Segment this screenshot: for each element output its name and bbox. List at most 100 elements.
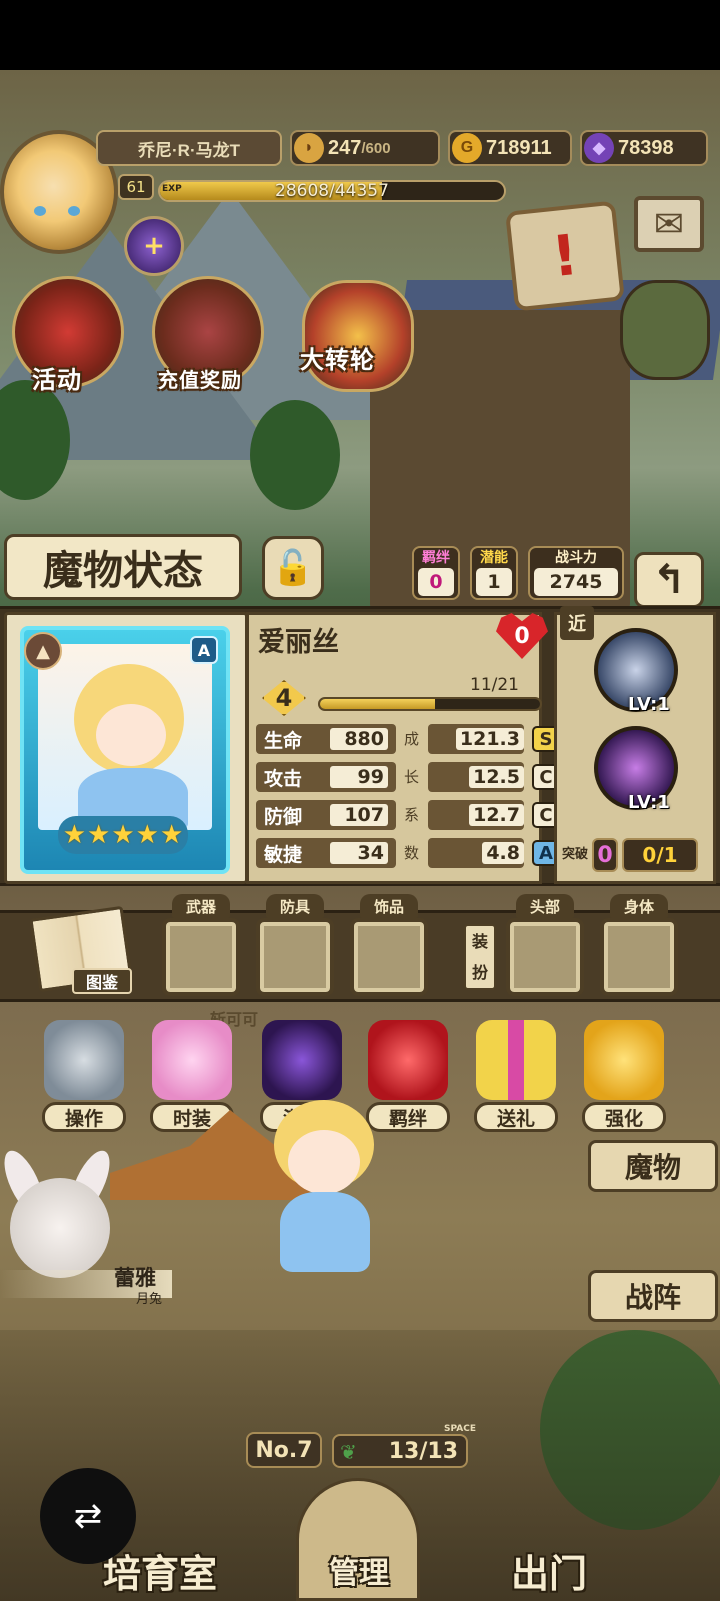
codex-button[interactable]: 图鉴 <box>28 905 133 1000</box>
level-progress-fill <box>320 699 436 709</box>
affection-heart: 0 <box>494 612 550 660</box>
class-icon: ▲ <box>24 632 62 670</box>
slot-armor[interactable] <box>256 918 334 996</box>
gem-plus-button[interactable]: + <box>124 216 184 276</box>
stat-value: 34 <box>330 842 388 864</box>
stat-label: 生命 <box>264 729 303 752</box>
dress-icon <box>152 1020 232 1100</box>
player-name: 乔尼·R·马龙T <box>96 130 282 166</box>
slot-head-tag: 头部 <box>516 894 574 918</box>
quest-scroll-button[interactable]: ! <box>505 200 625 312</box>
tree <box>250 400 340 510</box>
slot-weapon[interactable] <box>162 918 240 996</box>
slot-body-tag: 身体 <box>610 894 668 918</box>
go-out-button[interactable]: 出门 <box>484 1540 614 1600</box>
back-button[interactable]: ↰ <box>634 552 704 608</box>
stat-box: 生命 880 <box>256 724 396 754</box>
activity-label: 活动 <box>32 366 82 394</box>
companion-leiya[interactable]: 蕾雅 月兔 <box>0 1145 172 1308</box>
monster-name: 爱丽丝 <box>258 627 339 658</box>
stat-value: 880 <box>330 728 388 750</box>
stat-row: 防御 107 12.7 C <box>256 800 560 830</box>
lock-button[interactable]: 🔓 <box>262 536 324 600</box>
stat-box: 攻击 99 <box>256 762 396 792</box>
stat-label: 攻击 <box>264 767 303 790</box>
growth-box: 12.7 <box>428 800 524 830</box>
action-fashion[interactable]: 时装 <box>148 1020 236 1132</box>
formation-button[interactable]: 战阵 <box>588 1270 718 1322</box>
growth-coefficient-char: 数 <box>404 844 420 862</box>
bond-label: 羁绊 <box>422 550 450 566</box>
growth-value: 4.8 <box>482 842 524 864</box>
floating-switch-button[interactable]: ⇄ <box>40 1468 136 1564</box>
switch-icon: ⇄ <box>73 1496 103 1536</box>
growth-value: 121.3 <box>455 728 524 750</box>
potential-label: 潜能 <box>480 550 508 566</box>
space-tag: SPACE <box>444 1424 476 1434</box>
stat-row: 攻击 99 12.5 C <box>256 762 560 792</box>
gold-value: 718911 <box>486 136 552 159</box>
slot-body[interactable] <box>600 918 678 996</box>
skill-2-level: LV:1 <box>628 792 670 813</box>
exp-text: 28608/44357 <box>275 181 389 201</box>
heart-value: 0 <box>514 623 530 649</box>
action-gift[interactable]: 送礼 <box>472 1020 560 1132</box>
range-tag: 近 <box>560 606 594 640</box>
stat-box: 敏捷 34 <box>256 838 396 868</box>
gear-icon <box>44 1020 124 1100</box>
action-enhance[interactable]: 强化 <box>580 1020 668 1132</box>
gem-value: 78398 <box>618 136 674 159</box>
plus-icon: + <box>143 231 165 261</box>
stat-value: 99 <box>330 766 388 788</box>
dress-up-label: 装扮 <box>464 924 496 990</box>
wheel-label: 大转轮 <box>300 346 375 374</box>
gold-coin-icon: G <box>452 133 482 163</box>
alice-sprite[interactable] <box>244 1100 404 1290</box>
shadow-demon-icon <box>262 1020 342 1100</box>
growth-value: 12.7 <box>469 804 524 826</box>
monster-level: 4 <box>275 684 293 712</box>
monsters-button[interactable]: 魔物 <box>588 1140 718 1192</box>
level-progress-bar <box>318 697 542 711</box>
big-wheel-button[interactable] <box>302 280 414 392</box>
star-icon: ★ <box>87 820 111 850</box>
codex-label: 图鉴 <box>72 968 132 994</box>
skill-1-level: LV:1 <box>628 694 670 715</box>
breakthrough-value: 0 <box>592 838 618 872</box>
action-operate[interactable]: 操作 <box>40 1020 128 1132</box>
envelope-icon: ✉ <box>653 203 685 245</box>
card-portrait <box>38 644 212 830</box>
slot-accessory[interactable] <box>350 918 428 996</box>
stamina-counter[interactable]: ◗ 247 /600 <box>290 130 440 166</box>
breakthrough-progress: 0/1 <box>622 838 698 872</box>
slot-accessory-tag: 饰品 <box>360 894 418 918</box>
gold-counter[interactable]: G 718911 <box>448 130 572 166</box>
gem-counter[interactable]: ◆ 78398 <box>580 130 708 166</box>
action-enhance-label: 强化 <box>582 1102 666 1132</box>
up-arrows-icon <box>584 1020 664 1100</box>
star-icon: ★ <box>135 820 159 850</box>
star-icon: ★ <box>62 820 87 850</box>
leaf-icon: ❦ <box>340 1440 357 1464</box>
stat-label: 防御 <box>264 805 303 828</box>
player-level: 61 <box>118 174 154 200</box>
backpack-button[interactable] <box>620 280 710 380</box>
mail-button[interactable]: ✉ <box>634 196 704 252</box>
star-rating: ★ ★ ★ ★ ★ <box>58 816 188 854</box>
stat-box: 防御 107 <box>256 800 396 830</box>
action-operate-label: 操作 <box>42 1102 126 1132</box>
slot-armor-tag: 防具 <box>266 894 324 918</box>
avatar-eye <box>68 206 80 216</box>
potential-value: 1 <box>476 568 512 596</box>
breakthrough[interactable]: 突破 0 0/1 <box>562 834 708 876</box>
breakthrough-label: 突破 <box>562 847 589 862</box>
sprite-face <box>288 1130 360 1194</box>
slot-head[interactable] <box>506 918 584 996</box>
slot-weapon-tag: 武器 <box>172 894 230 918</box>
star-icon: ★ <box>159 820 184 850</box>
companion-type: 月兔 <box>136 1292 163 1307</box>
growth-box: 121.3 <box>428 724 524 754</box>
power-label: 战斗力 <box>555 550 597 566</box>
star-icon: ★ <box>111 820 135 850</box>
sprite-dress <box>280 1192 370 1272</box>
